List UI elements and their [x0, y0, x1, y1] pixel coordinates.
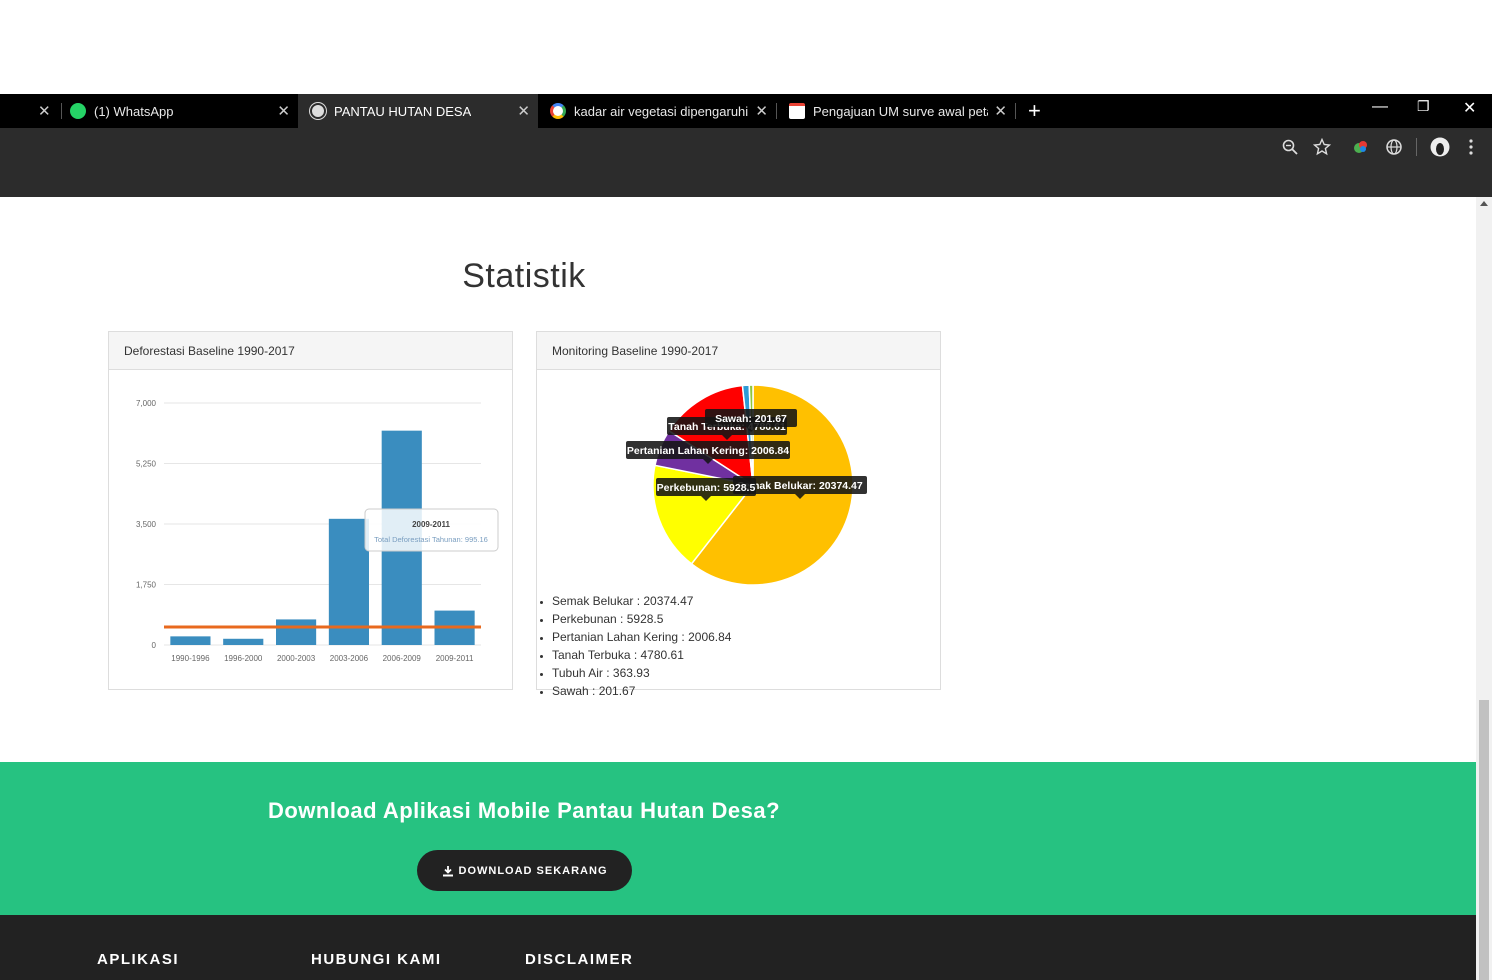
footer-heading-aplikasi: APLIKASI — [97, 951, 180, 968]
menu-kebab-icon[interactable] — [1462, 138, 1480, 156]
tooltip-box — [364, 508, 499, 552]
bookmark-star-icon[interactable] — [1313, 138, 1331, 156]
legend-item: Tubuh Air : 363.93 — [552, 664, 731, 682]
section-title: Statistik — [462, 257, 586, 295]
legend-item: Sawah : 201.67 — [552, 682, 731, 700]
browser-toolbar — [0, 128, 1492, 197]
google-icon — [550, 103, 566, 119]
download-title: Download Aplikasi Mobile Pantau Hutan De… — [267, 798, 781, 823]
scrollbar-thumb[interactable] — [1479, 700, 1489, 980]
new-tab-button[interactable]: + — [1028, 98, 1041, 124]
tooltip-text: Pertanian Lahan Kering: 2006.84 — [627, 445, 789, 457]
legend-item: Tanah Terbuka : 4780.61 — [552, 646, 731, 664]
scroll-up-arrow-icon[interactable] — [1480, 201, 1488, 206]
footer-heading-disclaimer: DISCLAIMER — [525, 951, 634, 968]
restore-button[interactable]: ❐ — [1417, 98, 1430, 115]
download-button-label: DOWNLOAD SEKARANG — [458, 864, 608, 877]
pie-legend-list: Semak Belukar : 20374.47 Perkebunan : 59… — [552, 592, 731, 700]
x-tick-label: 2006-2009 — [383, 654, 422, 663]
window-top-blank — [0, 0, 1492, 94]
tooltip-text: Perkebunan: 5928.5 — [657, 482, 756, 494]
download-icon — [442, 865, 453, 876]
page-scrollbar[interactable] — [1476, 197, 1492, 980]
tab-google-search[interactable]: kadar air vegetasi dipengaruhi ol ✕ — [538, 94, 776, 128]
x-tick-label: 2003-2006 — [330, 654, 369, 663]
download-section: Download Aplikasi Mobile Pantau Hutan De… — [0, 762, 1476, 915]
card-title: Deforestasi Baseline 1990-2017 — [109, 332, 512, 370]
toolbar-separator — [1416, 138, 1417, 156]
close-tab-icon[interactable]: ✕ — [755, 102, 768, 120]
tooltip-text: Total Deforestasi Tahunan: 995.16 — [374, 535, 488, 544]
minimize-button[interactable]: — — [1372, 98, 1388, 116]
profile-avatar-icon[interactable] — [1430, 137, 1450, 157]
tooltip-title: 2009-2011 — [412, 520, 450, 529]
tab-whatsapp[interactable]: (1) WhatsApp ✕ — [62, 94, 298, 128]
tab-label: PANTAU HUTAN DESA — [334, 103, 472, 119]
tooltip-text: Sawah: 201.67 — [715, 413, 787, 425]
globe-icon — [310, 103, 326, 119]
y-tick-label: 3,500 — [136, 520, 157, 529]
x-tick-label: 2009-2011 — [436, 654, 474, 663]
bar-tooltip: 2009-2011 Total Deforestasi Tahunan: 995.… — [364, 508, 499, 552]
y-tick-label: 7,000 — [136, 399, 157, 408]
card-title: Monitoring Baseline 1990-2017 — [537, 332, 940, 370]
close-tab-icon[interactable]: ✕ — [38, 102, 51, 120]
tab-gmail[interactable]: Pengajuan UM surve awal petani ✕ — [777, 94, 1015, 128]
tooltip-text: Semak Belukar: 20374.47 — [737, 480, 863, 492]
close-tab-icon[interactable]: ✕ — [994, 102, 1007, 120]
monitoring-card: Monitoring Baseline 1990-2017 Tanah Terb… — [536, 331, 941, 698]
monitoring-pie-chart[interactable]: Tanah Terbuka: 4780.61Sawah: 201.67Perta… — [537, 370, 940, 590]
download-button[interactable]: DOWNLOAD SEKARANG — [417, 850, 632, 891]
bar — [170, 636, 211, 645]
close-tab-icon[interactable]: ✕ — [517, 102, 530, 120]
legend-item: Semak Belukar : 20374.47 — [552, 592, 731, 610]
deforestasi-card: Deforestasi Baseline 1990-2017 0 1,750 3,5… — [108, 331, 513, 690]
x-tick-label: 1996-2000 — [224, 654, 263, 663]
x-tick-label: 2000-2003 — [277, 654, 316, 663]
y-tick-label: 1,750 — [136, 581, 157, 590]
tab-label: Pengajuan UM surve awal petani — [813, 103, 988, 119]
tab-separator — [1015, 103, 1016, 119]
tab-label: kadar air vegetasi dipengaruhi ol — [574, 103, 752, 119]
footer-heading-hubungi-kami: HUBUNGI KAMI — [311, 951, 442, 968]
bar — [276, 619, 317, 645]
page-content: Statistik Deforestasi Baseline 1990-2017… — [0, 197, 1476, 980]
tab-pantau-hutan-desa[interactable]: PANTAU HUTAN DESA ✕ — [298, 94, 538, 128]
globe-extension-icon[interactable] — [1385, 138, 1403, 156]
gmail-icon — [789, 103, 805, 119]
y-tick-label: 5,250 — [136, 460, 157, 469]
whatsapp-icon — [70, 103, 86, 119]
x-tick-label: 1990-1996 — [171, 654, 210, 663]
legend-item: Pertanian Lahan Kering : 2006.84 — [552, 628, 731, 646]
bar — [223, 638, 264, 645]
browser-tab-bar: ✕ (1) WhatsApp ✕ PANTAU HUTAN DESA ✕ kad… — [0, 94, 1492, 128]
extension-icon[interactable] — [1352, 138, 1370, 156]
tab-label: (1) WhatsApp — [94, 103, 174, 119]
close-tab-icon[interactable]: ✕ — [277, 102, 290, 120]
y-tick-label: 0 — [152, 641, 157, 650]
deforestasi-bar-chart[interactable]: 0 1,750 3,500 5,250 7,000 1990-1996 1996-2000 2… — [109, 370, 512, 689]
zoom-icon[interactable] — [1281, 138, 1299, 156]
legend-item: Perkebunan : 5928.5 — [552, 610, 731, 628]
footer: APLIKASI HUBUNGI KAMI DISCLAIMER — [0, 915, 1476, 980]
close-window-button[interactable]: ✕ — [1463, 98, 1476, 118]
